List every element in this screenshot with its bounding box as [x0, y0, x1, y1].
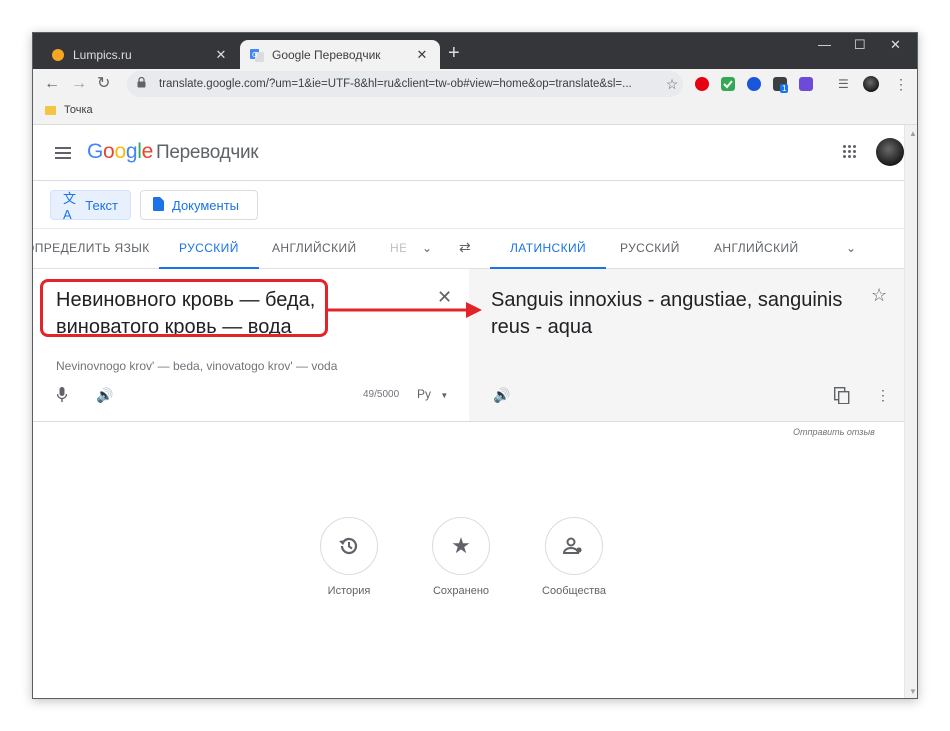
annotation-arrow — [328, 302, 482, 318]
